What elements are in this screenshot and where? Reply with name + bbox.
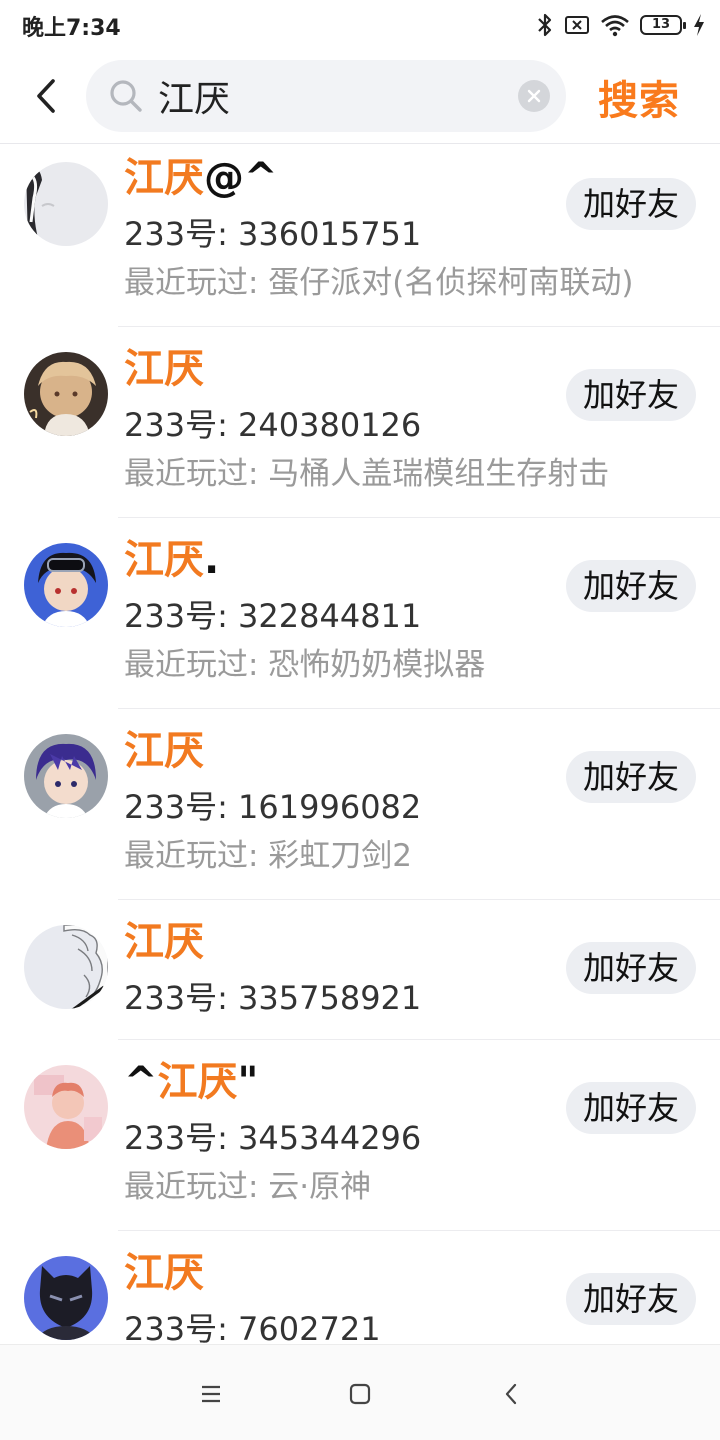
name-highlight: 江厌 <box>124 346 204 392</box>
chevron-left-icon <box>37 79 55 113</box>
add-friend-button[interactable]: 加好友 <box>566 1273 696 1325</box>
add-friend-button[interactable]: 加好友 <box>566 751 696 803</box>
search-input[interactable] <box>158 68 498 124</box>
avatar[interactable] <box>24 1065 108 1149</box>
battery-icon: 13 <box>640 15 686 35</box>
bluetooth-icon <box>536 12 554 38</box>
wifi-icon <box>600 13 630 37</box>
recently-played: 最近玩过: 蛋仔派对(名侦探柯南联动) <box>124 265 634 301</box>
menu-icon[interactable] <box>196 1379 226 1409</box>
user-id: 233号: 322844811 <box>124 597 422 635</box>
user-id: 233号: 240380126 <box>124 406 422 444</box>
back-button[interactable] <box>28 76 64 116</box>
result-item[interactable]: ^江厌" 233号: 345344296 最近玩过: 云·原神 加好友 <box>0 1040 720 1231</box>
recently-played: 最近玩过: 云·原神 <box>124 1169 372 1205</box>
name-prefix: ^ <box>124 1059 158 1105</box>
user-name: 江厌@^ <box>124 158 278 198</box>
user-id: 233号: 161996082 <box>124 788 422 826</box>
result-item[interactable]: 江厌 233号: 161996082 最近玩过: 彩虹刀剑2 加好友 <box>0 709 720 900</box>
result-item[interactable]: 江厌. 233号: 322844811 最近玩过: 恐怖奶奶模拟器 加好友 <box>0 518 720 709</box>
recently-played: 最近玩过: 彩虹刀剑2 <box>124 838 413 874</box>
name-highlight: 江厌 <box>157 1059 238 1105</box>
name-suffix: " <box>237 1059 259 1105</box>
add-friend-button[interactable]: 加好友 <box>566 369 696 421</box>
status-icons: 13 <box>536 10 706 40</box>
name-suffix: @^ <box>204 155 278 201</box>
avatar[interactable] <box>24 162 108 246</box>
name-highlight: 江厌 <box>124 728 204 774</box>
name-highlight: 江厌 <box>124 537 204 583</box>
user-name: 江厌 <box>124 731 204 771</box>
search-box[interactable] <box>86 60 566 132</box>
charging-icon <box>692 13 706 37</box>
status-time: 晚上7:34 <box>22 16 121 41</box>
result-item[interactable]: 江厌 233号: 7602721 加好友 <box>0 1231 720 1344</box>
avatar[interactable] <box>24 734 108 818</box>
name-suffix: . <box>204 537 220 583</box>
search-button[interactable]: 搜索 <box>598 68 680 126</box>
avatar[interactable] <box>24 1256 108 1340</box>
user-id: 233号: 345344296 <box>124 1119 422 1157</box>
no-sim-icon <box>564 14 590 36</box>
name-highlight: 江厌 <box>124 919 204 965</box>
recently-played: 最近玩过: 马桶人盖瑞模组生存射击 <box>124 456 610 492</box>
add-friend-button[interactable]: 加好友 <box>566 560 696 612</box>
home-icon[interactable] <box>345 1379 375 1409</box>
avatar[interactable] <box>24 543 108 627</box>
result-item[interactable]: 江厌 233号: 240380126 最近玩过: 马桶人盖瑞模组生存射击 加好友 <box>0 327 720 518</box>
search-icon <box>110 80 142 112</box>
user-id: 233号: 335758921 <box>124 979 422 1017</box>
avatar[interactable] <box>24 352 108 436</box>
user-id: 233号: 336015751 <box>124 215 422 253</box>
add-friend-button[interactable]: 加好友 <box>566 178 696 230</box>
result-item[interactable]: 江厌@^ 233号: 336015751 最近玩过: 蛋仔派对(名侦探柯南联动)… <box>0 145 720 327</box>
user-name: ^江厌" <box>124 1062 258 1102</box>
user-id: 233号: 7602721 <box>124 1310 381 1344</box>
recently-played: 最近玩过: 恐怖奶奶模拟器 <box>124 647 486 683</box>
search-result-list[interactable]: 江厌@^ 233号: 336015751 最近玩过: 蛋仔派对(名侦探柯南联动)… <box>0 145 720 1344</box>
user-name: 江厌. <box>124 540 219 580</box>
user-name: 江厌 <box>124 922 204 962</box>
system-nav-bar <box>0 1344 720 1440</box>
status-bar: 晚上7:34 13 <box>0 0 720 50</box>
search-header: 搜索 <box>0 50 720 144</box>
result-item[interactable]: 江厌 233号: 335758921 加好友 <box>0 900 720 1040</box>
avatar[interactable] <box>24 925 108 1009</box>
user-name: 江厌 <box>124 349 204 389</box>
name-highlight: 江厌 <box>124 155 204 201</box>
user-name: 江厌 <box>124 1253 204 1293</box>
back-icon[interactable] <box>496 1379 526 1409</box>
add-friend-button[interactable]: 加好友 <box>566 942 696 994</box>
add-friend-button[interactable]: 加好友 <box>566 1082 696 1134</box>
clear-search-icon[interactable] <box>518 80 550 112</box>
name-highlight: 江厌 <box>124 1250 204 1296</box>
